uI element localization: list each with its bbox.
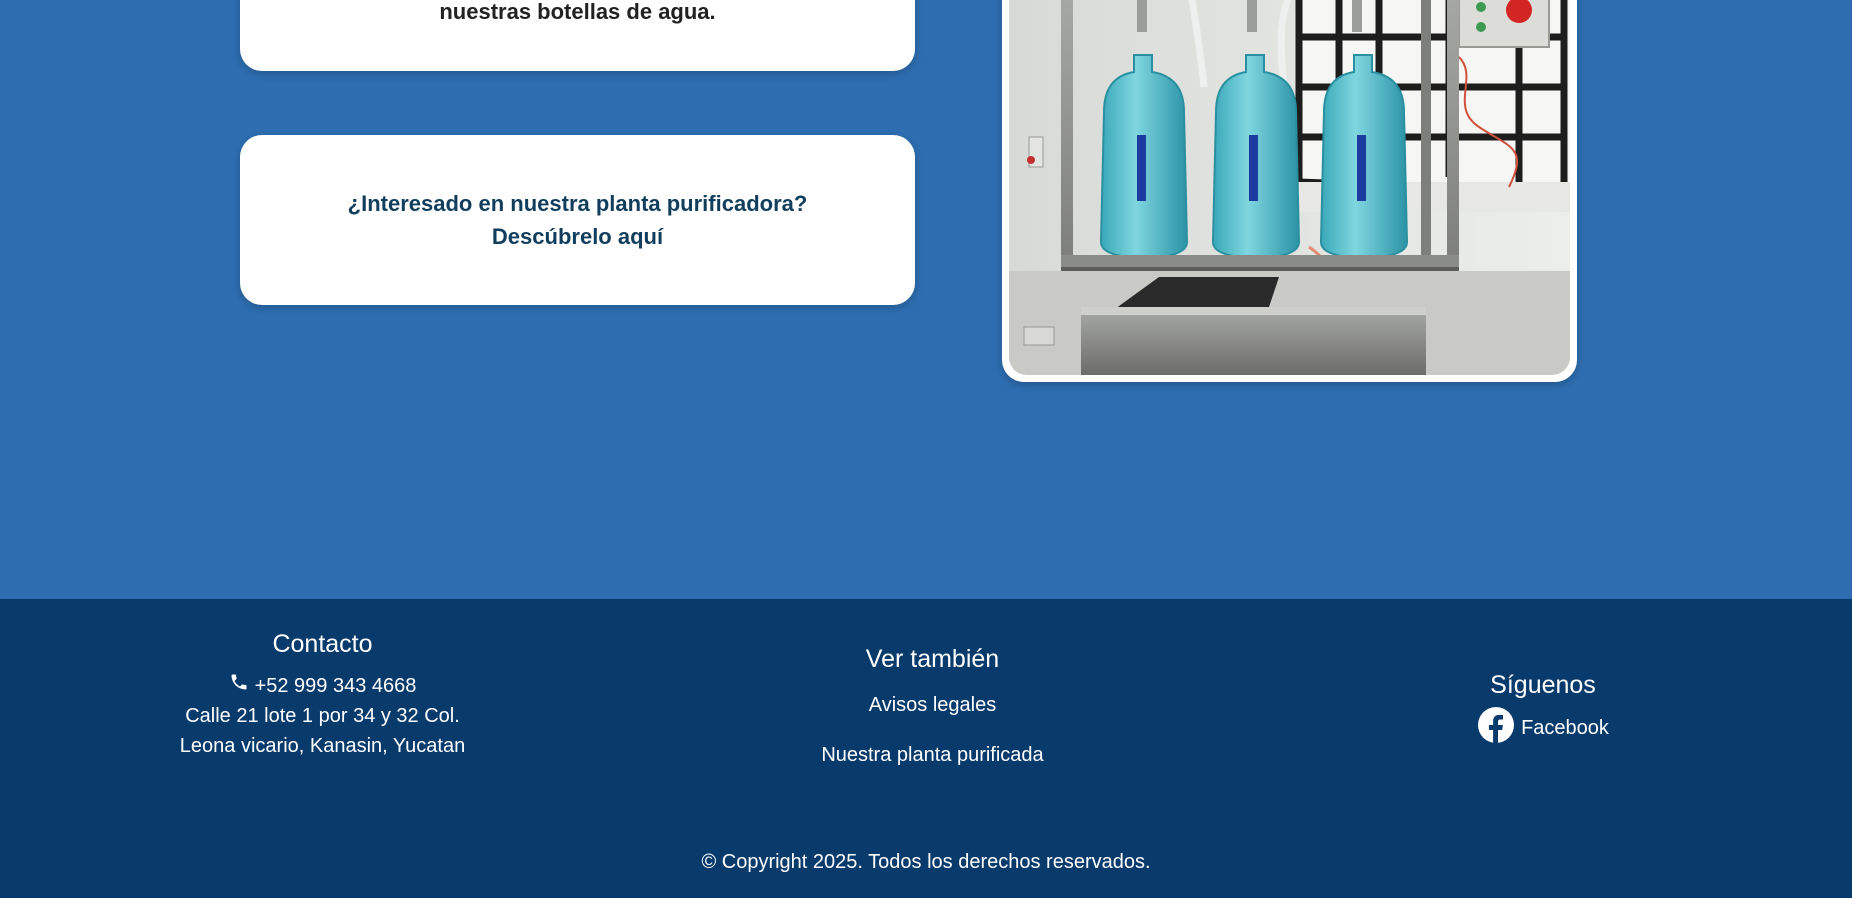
plant-cta-link[interactable]: ¿Interesado en nuestra planta purificado…	[348, 187, 808, 253]
phone-row: +52 999 343 4668	[150, 671, 495, 701]
copyright-text: © Copyright 2025. Todos los derechos res…	[701, 851, 1151, 873]
info-card-text: nuestras botellas de agua.	[439, 0, 716, 24]
follow-title: Síguenos	[1490, 671, 1596, 699]
plant-cta-line2: Descúbrelo aquí	[491, 224, 664, 249]
contact-section: Contacto +52 999 343 4668 Calle 21 lote …	[150, 630, 495, 761]
facebook-icon	[1477, 706, 1515, 750]
address-line2: Leona vicario, Kanasin, Yucatan	[179, 735, 466, 757]
see-also-title: Ver también	[865, 645, 1000, 673]
follow-section: Síguenos Facebook	[1430, 671, 1656, 750]
see-also-section: Ver también Avisos legales Nuestra plant…	[780, 645, 1085, 790]
bottling-photo	[1009, 0, 1570, 375]
facebook-link[interactable]: Facebook	[1430, 706, 1656, 750]
main-section: nuestras botellas de agua. ¿Interesado e…	[0, 0, 1852, 599]
contact-title: Contacto	[272, 630, 373, 658]
footer: Contacto +52 999 343 4668 Calle 21 lote …	[0, 599, 1852, 898]
info-card: nuestras botellas de agua.	[240, 0, 915, 71]
phone-icon	[229, 671, 249, 701]
bottling-photo-frame	[1002, 0, 1577, 382]
purification-plant-link[interactable]: Nuestra planta purificada	[780, 740, 1085, 770]
plant-cta-card[interactable]: ¿Interesado en nuestra planta purificado…	[240, 135, 915, 305]
address-line1: Calle 21 lote 1 por 34 y 32 Col.	[185, 705, 460, 727]
legal-notices-link[interactable]: Avisos legales	[780, 690, 1085, 720]
plant-cta-line1: ¿Interesado en nuestra planta purificado…	[347, 191, 808, 216]
phone-number: +52 999 343 4668	[254, 675, 417, 697]
facebook-label: Facebook	[1521, 716, 1609, 739]
